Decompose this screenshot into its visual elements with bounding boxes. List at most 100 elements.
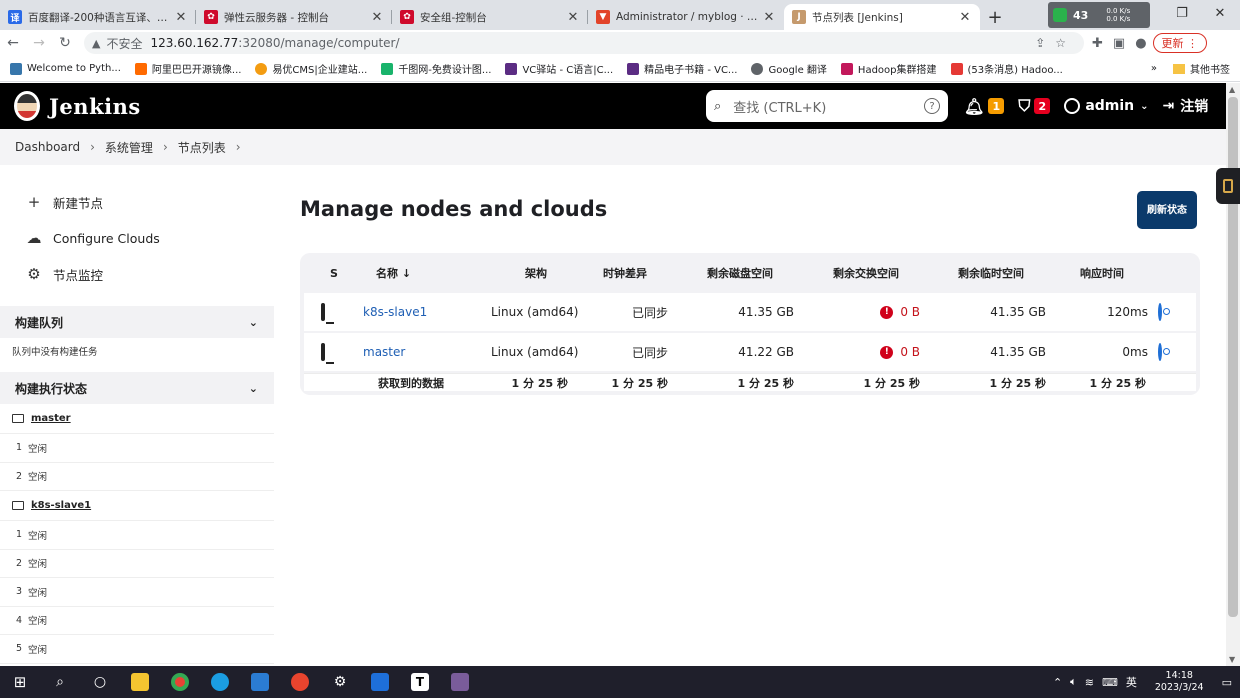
sidebar-item-node-monitoring[interactable]: ⚙︎ 节点监控: [0, 256, 274, 292]
col-swap[interactable]: 剩余交换空间: [833, 265, 899, 281]
other-bookmarks[interactable]: 其他书签: [1190, 61, 1230, 76]
chevron-down-icon[interactable]: ⌄: [249, 382, 258, 395]
bookmark-label: 阿里巴巴开源镜像...: [151, 65, 242, 76]
close-window-icon[interactable]: ✕: [1202, 0, 1238, 26]
bookmark-item[interactable]: 精品电子书籍 - VC...: [627, 61, 737, 76]
logout-label: 注销: [1180, 99, 1209, 115]
volume-icon[interactable]: 🔈︎: [1070, 675, 1077, 689]
slot-number: 1: [16, 442, 23, 454]
col-name[interactable]: 名称 ↓: [376, 265, 411, 281]
chevron-right-icon[interactable]: ›: [236, 140, 241, 154]
search-icon: ⌕: [714, 98, 722, 114]
side-panel-icon[interactable]: ▣: [1113, 36, 1125, 51]
scroll-down-icon[interactable]: ▼: [1229, 655, 1235, 664]
bookmark-item[interactable]: 千图网-免费设计图...: [381, 61, 491, 76]
more-bookmarks-chevron-icon[interactable]: »: [1151, 63, 1157, 74]
logout-button[interactable]: ⇥ 注销: [1163, 96, 1209, 116]
floating-side-widget[interactable]: [1216, 168, 1240, 204]
build-queue-header[interactable]: 构建队列 ⌄: [0, 306, 274, 338]
update-button[interactable]: 更新 ⋮: [1152, 33, 1208, 53]
search-icon[interactable]: ⌕: [40, 666, 80, 698]
col-status[interactable]: S: [330, 267, 338, 280]
file-explorer-icon[interactable]: [120, 666, 160, 698]
close-icon[interactable]: ✕: [566, 10, 580, 25]
bookmark-item[interactable]: Google 翻译: [751, 61, 827, 76]
clock[interactable]: 14:18 2023/3/24: [1155, 670, 1204, 694]
bookmark-item[interactable]: 阿里巴巴开源镜像...: [134, 61, 242, 76]
wifi-icon[interactable]: ≋: [1085, 676, 1094, 689]
col-tmp[interactable]: 剩余临时空间: [958, 265, 1024, 281]
gear-icon[interactable]: [1158, 303, 1162, 321]
node-link[interactable]: k8s-slave1: [363, 305, 427, 319]
ime-indicator[interactable]: 英: [1126, 674, 1137, 690]
edge-icon[interactable]: [200, 666, 240, 698]
browser-tab-active[interactable]: J 节点列表 [Jenkins] ✕: [784, 4, 980, 30]
browser-tab[interactable]: ✿ 安全组-控制台 ✕: [392, 4, 588, 30]
col-response[interactable]: 响应时间: [1080, 265, 1124, 281]
tab-title: 百度翻译-200种语言互译、沟通: [28, 11, 174, 24]
share-and-star-icons[interactable]: ⇪☆: [1035, 36, 1076, 50]
refresh-status-button[interactable]: 刷新状态: [1137, 191, 1197, 229]
taskbar: ⊞ ⌕ ○ ⚙︎ T ⌃ 🔈︎ ≋ ⌨︎ 英 14:18 2023/3/24 ▭: [0, 666, 1240, 698]
close-icon[interactable]: ✕: [174, 10, 188, 25]
close-icon[interactable]: ✕: [762, 10, 776, 25]
cell-swap: ! 0 B: [864, 345, 920, 359]
notifications-button[interactable]: 🔔︎ 1: [964, 97, 1005, 116]
reload-icon[interactable]: ↻: [52, 35, 78, 51]
bookmark-item[interactable]: VC驿站 - C语言|C...: [505, 61, 613, 76]
typora-icon[interactable]: T: [400, 666, 440, 698]
breadcrumb-item[interactable]: 节点列表: [178, 139, 226, 156]
tray-overflow-chevron-icon[interactable]: ⌃: [1053, 676, 1062, 689]
col-clock[interactable]: 时钟差异: [603, 265, 647, 281]
node-link[interactable]: master: [363, 345, 405, 359]
executor-node-k8s-slave1[interactable]: k8s-slave1: [0, 491, 274, 521]
url-input[interactable]: ▲ 不安全 123.60.162.77 :32080/manage/comput…: [84, 32, 1084, 54]
jenkins-logo-link[interactable]: Jenkins: [14, 91, 141, 121]
settings-gear-icon[interactable]: ⚙︎: [320, 666, 360, 698]
app-icon[interactable]: [280, 666, 320, 698]
bookmark-item[interactable]: Welcome to Pyth...: [10, 62, 121, 75]
close-icon[interactable]: ✕: [958, 10, 972, 25]
footer-arch: 1 分 25 秒: [511, 376, 568, 390]
keyboard-icon[interactable]: ⌨︎: [1102, 676, 1118, 689]
executor-node-master[interactable]: master: [0, 404, 274, 434]
back-arrow-icon[interactable]: ←: [0, 35, 26, 51]
user-menu[interactable]: admin ⌄: [1064, 98, 1149, 114]
app-icon[interactable]: [440, 666, 480, 698]
col-arch[interactable]: 架构: [525, 265, 547, 281]
search-input[interactable]: ⌕ 查找 (CTRL+K) ?: [706, 90, 948, 122]
browser-tab[interactable]: ✿ 弹性云服务器 - 控制台 ✕: [196, 4, 392, 30]
col-disk[interactable]: 剩余磁盘空间: [707, 265, 773, 281]
toolbar-icons: ✚ ▣ ●: [1092, 36, 1147, 51]
restore-window-icon[interactable]: ❐: [1164, 0, 1200, 26]
gear-icon[interactable]: [1158, 343, 1162, 361]
browser-tab[interactable]: 译 百度翻译-200种语言互译、沟通 ✕: [0, 4, 196, 30]
extensions-puzzle-icon[interactable]: ✚: [1092, 36, 1103, 51]
breadcrumb-item[interactable]: Dashboard: [15, 140, 80, 154]
notification-center-icon[interactable]: ▭: [1222, 676, 1232, 689]
close-icon[interactable]: ✕: [370, 10, 384, 25]
task-view-icon[interactable]: ○: [80, 666, 120, 698]
eyoucms-icon: [255, 62, 268, 75]
bookmark-item[interactable]: 易优CMS|企业建站...: [255, 61, 367, 76]
sidebar-item-configure-clouds[interactable]: ☁︎ Configure Clouds: [0, 220, 274, 256]
app-icon[interactable]: [240, 666, 280, 698]
help-icon[interactable]: ?: [924, 98, 940, 114]
sidebar-item-new-node[interactable]: + 新建节点: [0, 184, 274, 220]
scroll-up-icon[interactable]: ▲: [1229, 85, 1235, 94]
browser-tab[interactable]: ▼ Administrator / myblog · GitLab ✕: [588, 4, 784, 30]
executors-header[interactable]: 构建执行状态 ⌄: [0, 372, 274, 404]
security-button[interactable]: ⛉ 2: [1018, 96, 1051, 116]
new-tab-button[interactable]: +: [980, 4, 1010, 30]
chevron-down-icon[interactable]: ⌄: [249, 316, 258, 329]
profile-icon[interactable]: ●: [1135, 36, 1146, 51]
forward-arrow-icon[interactable]: →: [26, 35, 52, 51]
app-icon[interactable]: [360, 666, 400, 698]
page-title: Manage nodes and clouds: [300, 197, 608, 221]
breadcrumb-item[interactable]: 系统管理: [105, 139, 153, 156]
bookmark-item[interactable]: Hadoop集群搭建: [840, 61, 937, 76]
chrome-icon[interactable]: [160, 666, 200, 698]
bookmark-item[interactable]: (53条消息) Hadoo...: [950, 61, 1063, 76]
windows-start-icon[interactable]: ⊞: [0, 666, 40, 698]
jenkins-header: Jenkins ⌕ 查找 (CTRL+K) ? 🔔︎ 1 ⛉ 2 admin ⌄…: [0, 83, 1226, 129]
